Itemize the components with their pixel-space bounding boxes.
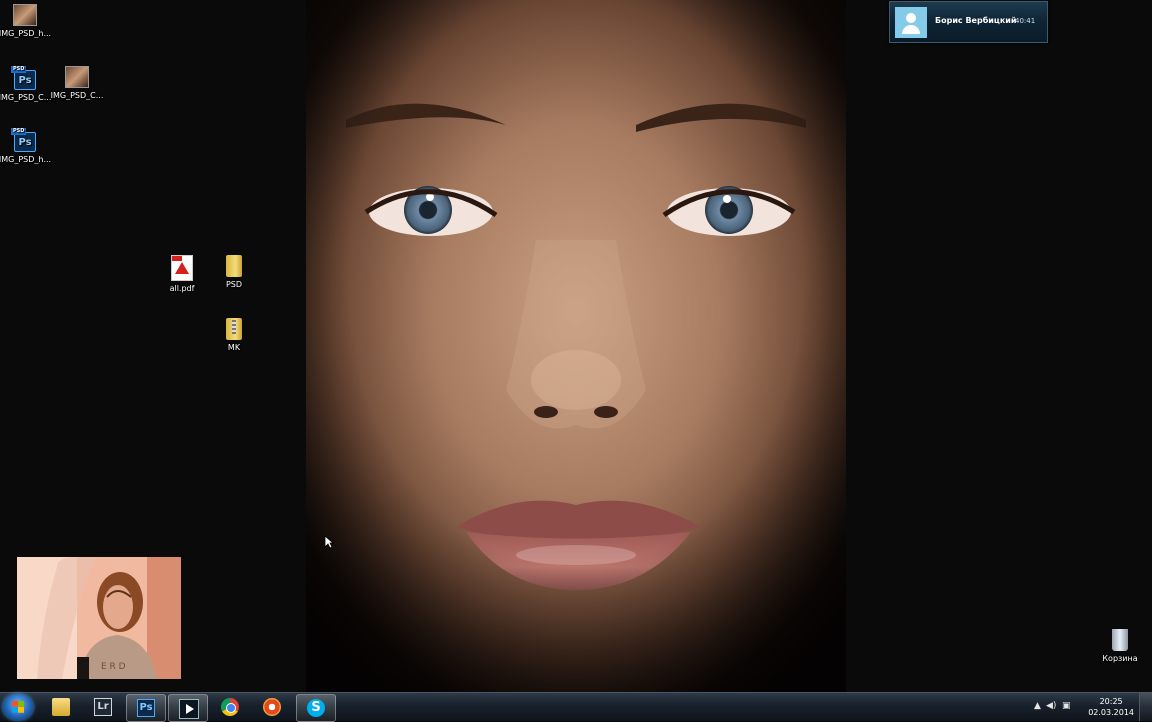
windows-logo-icon xyxy=(12,701,24,713)
taskbar-explorer-button[interactable] xyxy=(42,694,80,720)
taskbar-photoshop-button[interactable]: Ps xyxy=(126,694,166,722)
start-button[interactable] xyxy=(3,694,33,720)
desktop-icon-label: IMG_PSD_h... xyxy=(0,155,52,164)
desktop-icon-recycle-bin[interactable]: Корзина xyxy=(1091,629,1149,663)
clock-date: 02.03.2014 xyxy=(1088,708,1134,717)
network-icon[interactable]: ▣ xyxy=(1062,701,1071,711)
user-avatar-icon xyxy=(895,7,927,38)
volume-icon[interactable]: ◀) xyxy=(1046,701,1056,711)
image-thumbnail-icon xyxy=(65,66,89,88)
notification-call-time: 40:41 xyxy=(1015,17,1036,25)
image-thumbnail-icon xyxy=(13,4,37,26)
desktop-icon-img-psd-h-1[interactable]: IMG_PSD_h... xyxy=(0,4,54,38)
wallpaper-portrait xyxy=(306,0,846,692)
desktop-icon-label: IMG_PSD_h... xyxy=(0,29,52,38)
desktop-icon-label: IMG_PSD_C... xyxy=(0,93,52,102)
photoshop-file-icon: Ps xyxy=(11,128,36,152)
skype-icon: S xyxy=(307,699,325,717)
photoshop-file-icon: Ps xyxy=(11,66,36,90)
taskbar-chrome-button[interactable] xyxy=(211,694,249,720)
webcam-overlay: E R D xyxy=(17,557,181,679)
desktop-icon-psd-folder[interactable]: PSD xyxy=(205,255,263,289)
taskbar: Lr Ps S ▲ ◀) ▣ 20:25 02.03.2014 xyxy=(0,692,1152,722)
skype-notification[interactable]: Борис Вербицкий 40:41 xyxy=(889,1,1048,43)
desktop-icon-label: IMG_PSD_C... xyxy=(50,91,104,100)
photoshop-icon: Ps xyxy=(137,699,155,717)
desktop-icon-mk-folder[interactable]: MK xyxy=(205,318,263,352)
desktop-icon-all-pdf[interactable]: all.pdf xyxy=(153,255,211,293)
media-player-icon xyxy=(179,699,199,719)
svg-text:E R D: E R D xyxy=(101,662,126,672)
zip-folder-icon xyxy=(226,318,242,340)
desktop: IMG_PSD_h... Ps IMG_PSD_C... IMG_PSD_C..… xyxy=(0,0,1152,692)
desktop-icon-label: all.pdf xyxy=(169,284,195,293)
clock[interactable]: 20:25 02.03.2014 xyxy=(1088,696,1134,718)
recycle-bin-icon xyxy=(1112,629,1128,651)
folder-icon xyxy=(226,255,242,277)
clock-time: 20:25 xyxy=(1099,697,1123,706)
eye-icon xyxy=(263,698,281,716)
desktop-icon-img-psd-c-2[interactable]: IMG_PSD_C... xyxy=(48,66,106,100)
taskbar-media-player-button[interactable] xyxy=(168,694,208,722)
notification-caller-name: Борис Вербицкий xyxy=(935,16,1017,25)
show-hidden-icons-icon[interactable]: ▲ xyxy=(1034,701,1041,711)
show-desktop-button[interactable] xyxy=(1139,693,1152,721)
taskbar-skype-button[interactable]: S xyxy=(296,694,336,722)
desktop-icon-label: PSD xyxy=(225,280,243,289)
chrome-icon xyxy=(221,698,239,716)
system-tray: ▲ ◀) ▣ 20:25 02.03.2014 xyxy=(1032,693,1152,721)
taskbar-eye-app-button[interactable] xyxy=(253,694,291,720)
desktop-icon-label: Корзина xyxy=(1102,654,1138,663)
lightroom-icon: Lr xyxy=(94,698,112,716)
desktop-icon-img-psd-c-1[interactable]: Ps IMG_PSD_C... xyxy=(0,66,54,102)
folder-icon xyxy=(52,698,70,716)
taskbar-lightroom-button[interactable]: Lr xyxy=(84,694,122,720)
mouse-cursor-icon xyxy=(324,535,334,549)
desktop-icon-label: MK xyxy=(227,343,241,352)
desktop-icon-img-psd-h-2[interactable]: Ps IMG_PSD_h... xyxy=(0,128,54,164)
pdf-file-icon xyxy=(171,255,193,281)
